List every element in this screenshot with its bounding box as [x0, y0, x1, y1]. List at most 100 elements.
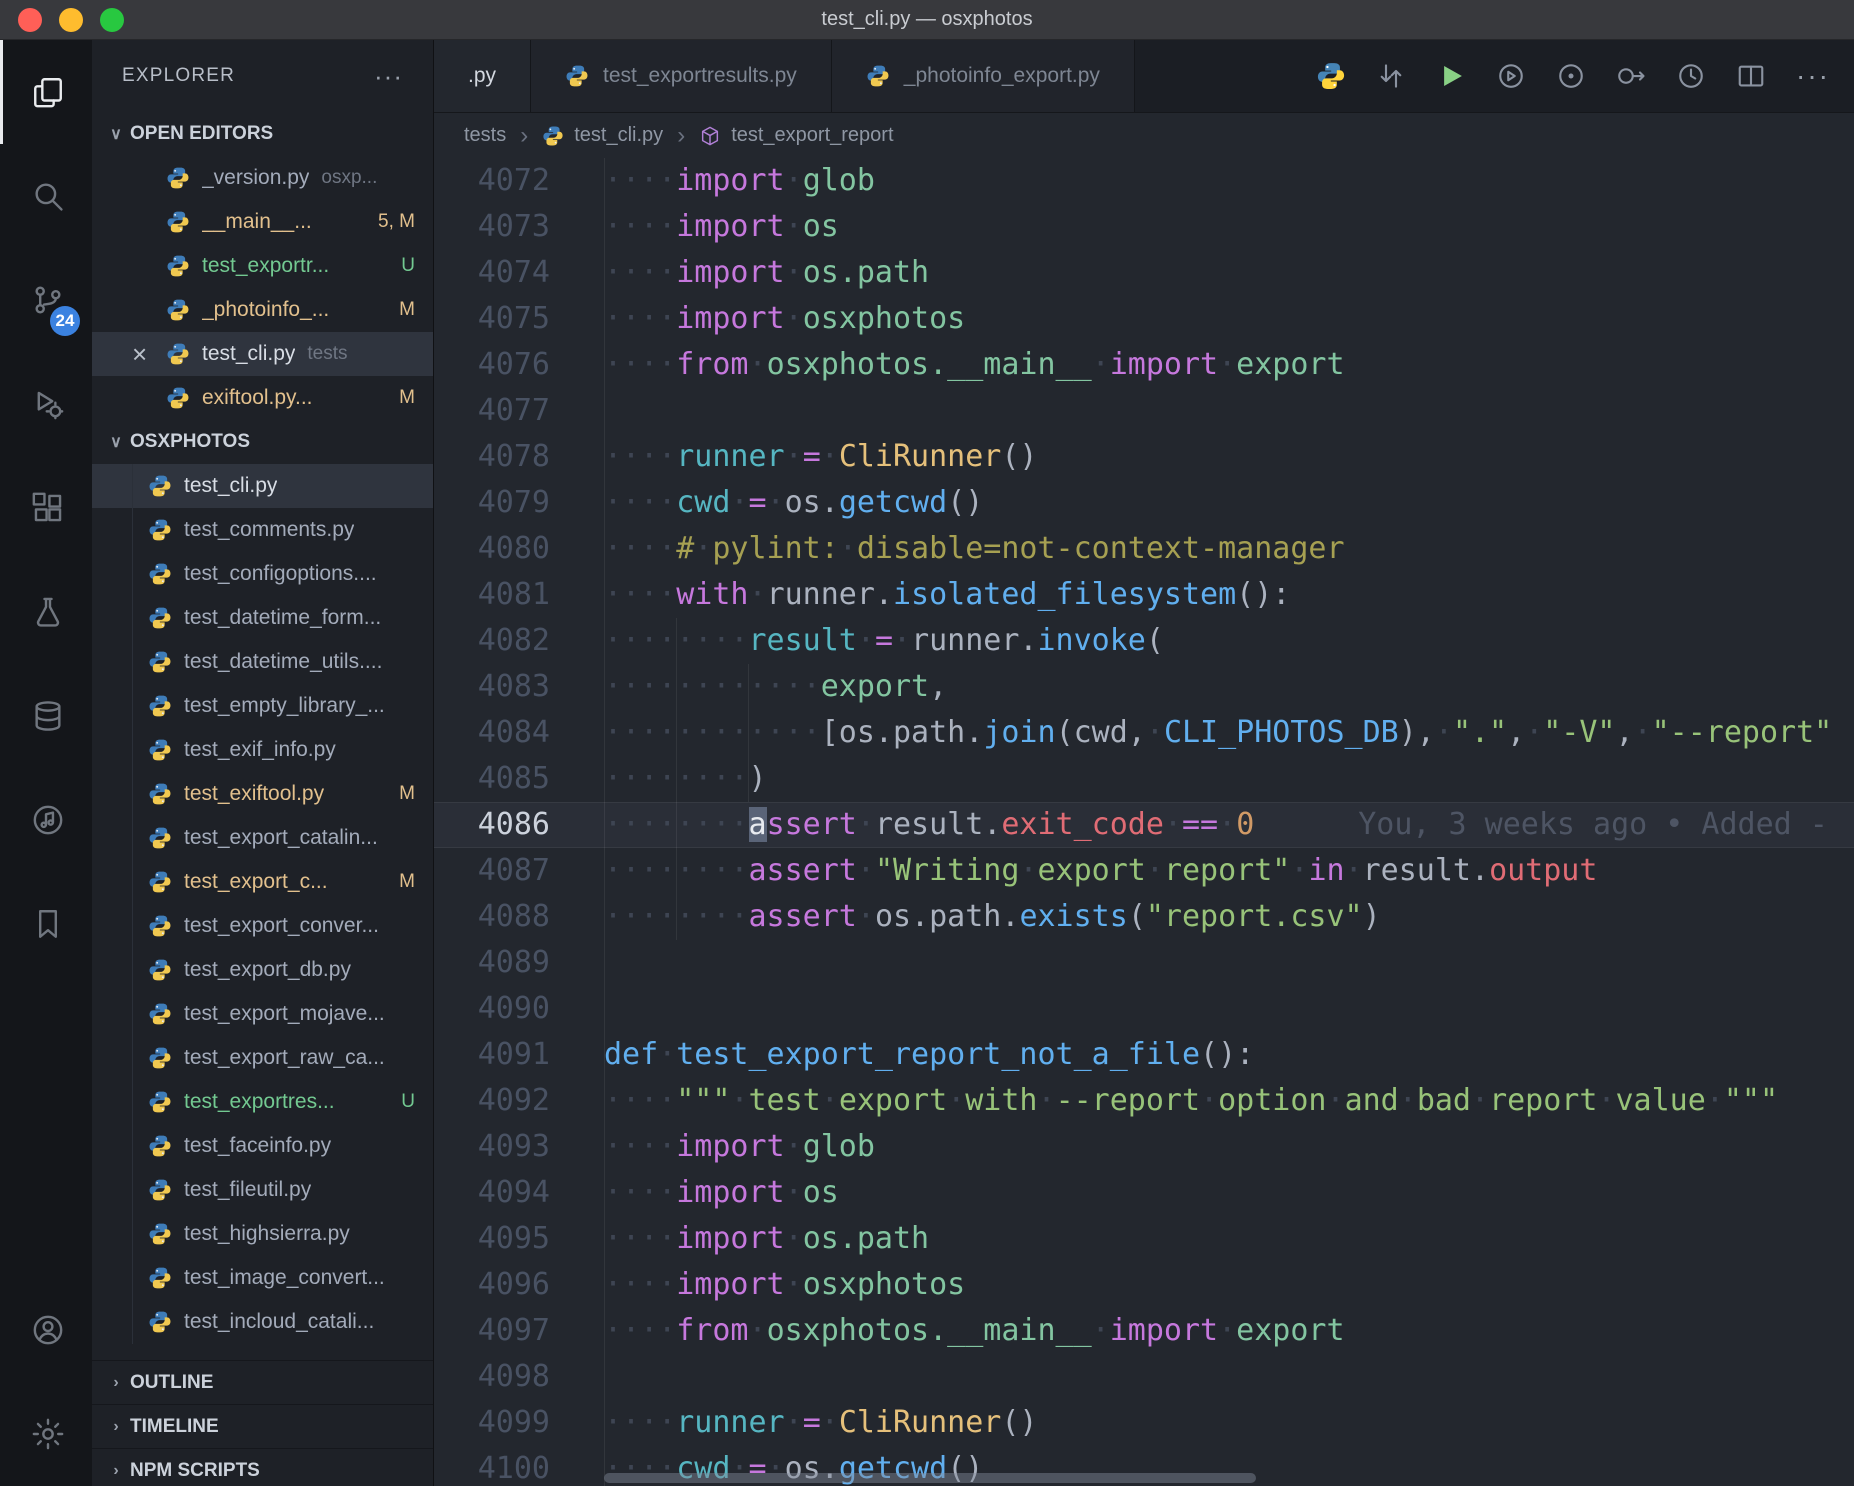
database-icon: [31, 699, 65, 733]
osxphotos-folder-header[interactable]: ∨ OSXPHOTOS: [92, 420, 433, 464]
open-editor-item[interactable]: exiftool.py...M: [92, 376, 433, 420]
code-token: osxphotos: [803, 1267, 966, 1302]
open-editor-item[interactable]: test_exportr...U: [92, 244, 433, 288]
code-token: ·: [1038, 1083, 1056, 1118]
git-status-badge: U: [391, 255, 415, 277]
code-token: ·: [658, 1037, 676, 1072]
python-file-icon: [148, 1002, 172, 1026]
indent-guide: [748, 664, 749, 802]
code-line: 4092····"""·test·export·with·--report·op…: [434, 1078, 1854, 1124]
breadcrumb-item[interactable]: test_cli.py: [542, 124, 663, 147]
open-editor-item[interactable]: _photoinfo_...M: [92, 288, 433, 332]
file-item[interactable]: test_export_mojave...: [92, 992, 433, 1036]
file-name: _photoinfo_...: [202, 298, 329, 322]
open-editor-item[interactable]: __main__...5, M: [92, 200, 433, 244]
minimize-window-button[interactable]: [59, 8, 83, 32]
breadcrumb-item[interactable]: tests: [464, 124, 506, 147]
file-item[interactable]: test_faceinfo.py: [92, 1124, 433, 1168]
file-item[interactable]: test_configoptions....: [92, 552, 433, 596]
activity-item-search[interactable]: [0, 144, 92, 248]
sidebar-section[interactable]: ›TIMELINE: [92, 1404, 433, 1448]
code-token: os.path: [803, 255, 929, 290]
open-editors-header[interactable]: ∨ OPEN EDITORS: [92, 112, 433, 156]
file-item[interactable]: test_exif_info.py: [92, 728, 433, 772]
code-token: =: [803, 1405, 821, 1440]
code-token: (: [1128, 899, 1146, 934]
file-item[interactable]: test_comments.py: [92, 508, 433, 552]
activity-item-settings[interactable]: [0, 1382, 92, 1486]
breadcrumb-item[interactable]: test_export_report: [699, 124, 893, 147]
file-item[interactable]: test_export_conver...: [92, 904, 433, 948]
activity-item-explorer[interactable]: [0, 40, 92, 144]
close-window-button[interactable]: [18, 8, 42, 32]
open-editor-item[interactable]: _version.pyosxp...: [92, 156, 433, 200]
file-item[interactable]: test_exiftool.pyM: [92, 772, 433, 816]
code-token: ····: [604, 1083, 676, 1118]
code-token: import: [676, 163, 784, 198]
python-file-icon: [166, 254, 190, 278]
editor-tab[interactable]: .py: [434, 40, 531, 112]
file-item[interactable]: test_image_convert...: [92, 1256, 433, 1300]
more-actions-icon[interactable]: ···: [1796, 60, 1830, 92]
code-line: 4077: [434, 388, 1854, 434]
code-token: os: [803, 209, 839, 244]
file-item[interactable]: test_incloud_catali...: [92, 1300, 433, 1344]
file-item[interactable]: test_highsierra.py: [92, 1212, 433, 1256]
file-item[interactable]: test_datetime_form...: [92, 596, 433, 640]
sidebar-section[interactable]: ›OUTLINE: [92, 1360, 433, 1404]
code-token: ····: [604, 531, 676, 566]
file-item[interactable]: test_export_raw_ca...: [92, 1036, 433, 1080]
more-actions-icon[interactable]: ···: [374, 61, 403, 92]
run-python-file-button[interactable]: [1436, 61, 1466, 91]
line-number: 4072: [434, 158, 550, 204]
python-file-icon: [148, 826, 172, 850]
activity-item-extensions[interactable]: [0, 456, 92, 560]
code-token: ····: [604, 255, 676, 290]
horizontal-scrollbar[interactable]: [604, 1473, 1256, 1483]
activity-item-accounts[interactable]: [0, 1278, 92, 1382]
file-item[interactable]: test_datetime_utils....: [92, 640, 433, 684]
run-below-icon[interactable]: [1496, 61, 1526, 91]
code-editor[interactable]: 4072····import·glob4073····import·os4074…: [434, 158, 1854, 1486]
zoom-window-button[interactable]: [100, 8, 124, 32]
activity-item-source-control[interactable]: 24: [0, 248, 92, 352]
code-token: result: [749, 623, 857, 658]
activity-item-run-and-debug[interactable]: [0, 352, 92, 456]
file-item[interactable]: test_cli.py: [92, 464, 433, 508]
history-icon[interactable]: [1676, 61, 1706, 91]
record-icon[interactable]: [1556, 61, 1586, 91]
open-editor-item[interactable]: ×test_cli.pytests: [92, 332, 433, 376]
file-item[interactable]: test_export_catalin...: [92, 816, 433, 860]
code-token: ): [749, 761, 767, 796]
file-hint: osxp...: [321, 167, 377, 189]
code-token: test_export_report_not_a_file: [676, 1037, 1200, 1072]
code-token: ·: [1164, 807, 1182, 842]
line-content: ········assert·"Writing·export·report"·i…: [604, 848, 1597, 894]
run-to-line-icon[interactable]: [1616, 61, 1646, 91]
code-token: output: [1489, 853, 1597, 888]
editor-tab[interactable]: test_exportresults.py: [531, 40, 832, 112]
compare-changes-icon[interactable]: [1376, 61, 1406, 91]
activity-item-bookmarks[interactable]: [0, 872, 92, 976]
split-editor-icon[interactable]: [1736, 61, 1766, 91]
code-token: from: [676, 1313, 748, 1348]
file-item[interactable]: test_exportres...U: [92, 1080, 433, 1124]
sidebar-section[interactable]: ›NPM SCRIPTS: [92, 1448, 433, 1486]
file-item[interactable]: test_empty_library_...: [92, 684, 433, 728]
file-name: test_exif_info.py: [184, 738, 336, 762]
search-icon: [31, 179, 65, 213]
file-item[interactable]: test_export_db.py: [92, 948, 433, 992]
code-token: --report: [1056, 1083, 1201, 1118]
activity-item-database[interactable]: [0, 664, 92, 768]
code-token: bad: [1417, 1083, 1471, 1118]
file-item[interactable]: test_export_c...M: [92, 860, 433, 904]
code-token: ····: [604, 1313, 676, 1348]
code-token: ·: [857, 853, 875, 888]
file-item[interactable]: test_fileutil.py: [92, 1168, 433, 1212]
close-icon[interactable]: ×: [132, 339, 166, 370]
python-logo-icon[interactable]: [1316, 61, 1346, 91]
activity-item-testing[interactable]: [0, 560, 92, 664]
activity-item-music[interactable]: [0, 768, 92, 872]
line-content: ····"""·test·export·with·--report·option…: [604, 1078, 1778, 1124]
editor-tab[interactable]: _photoinfo_export.py: [832, 40, 1135, 112]
